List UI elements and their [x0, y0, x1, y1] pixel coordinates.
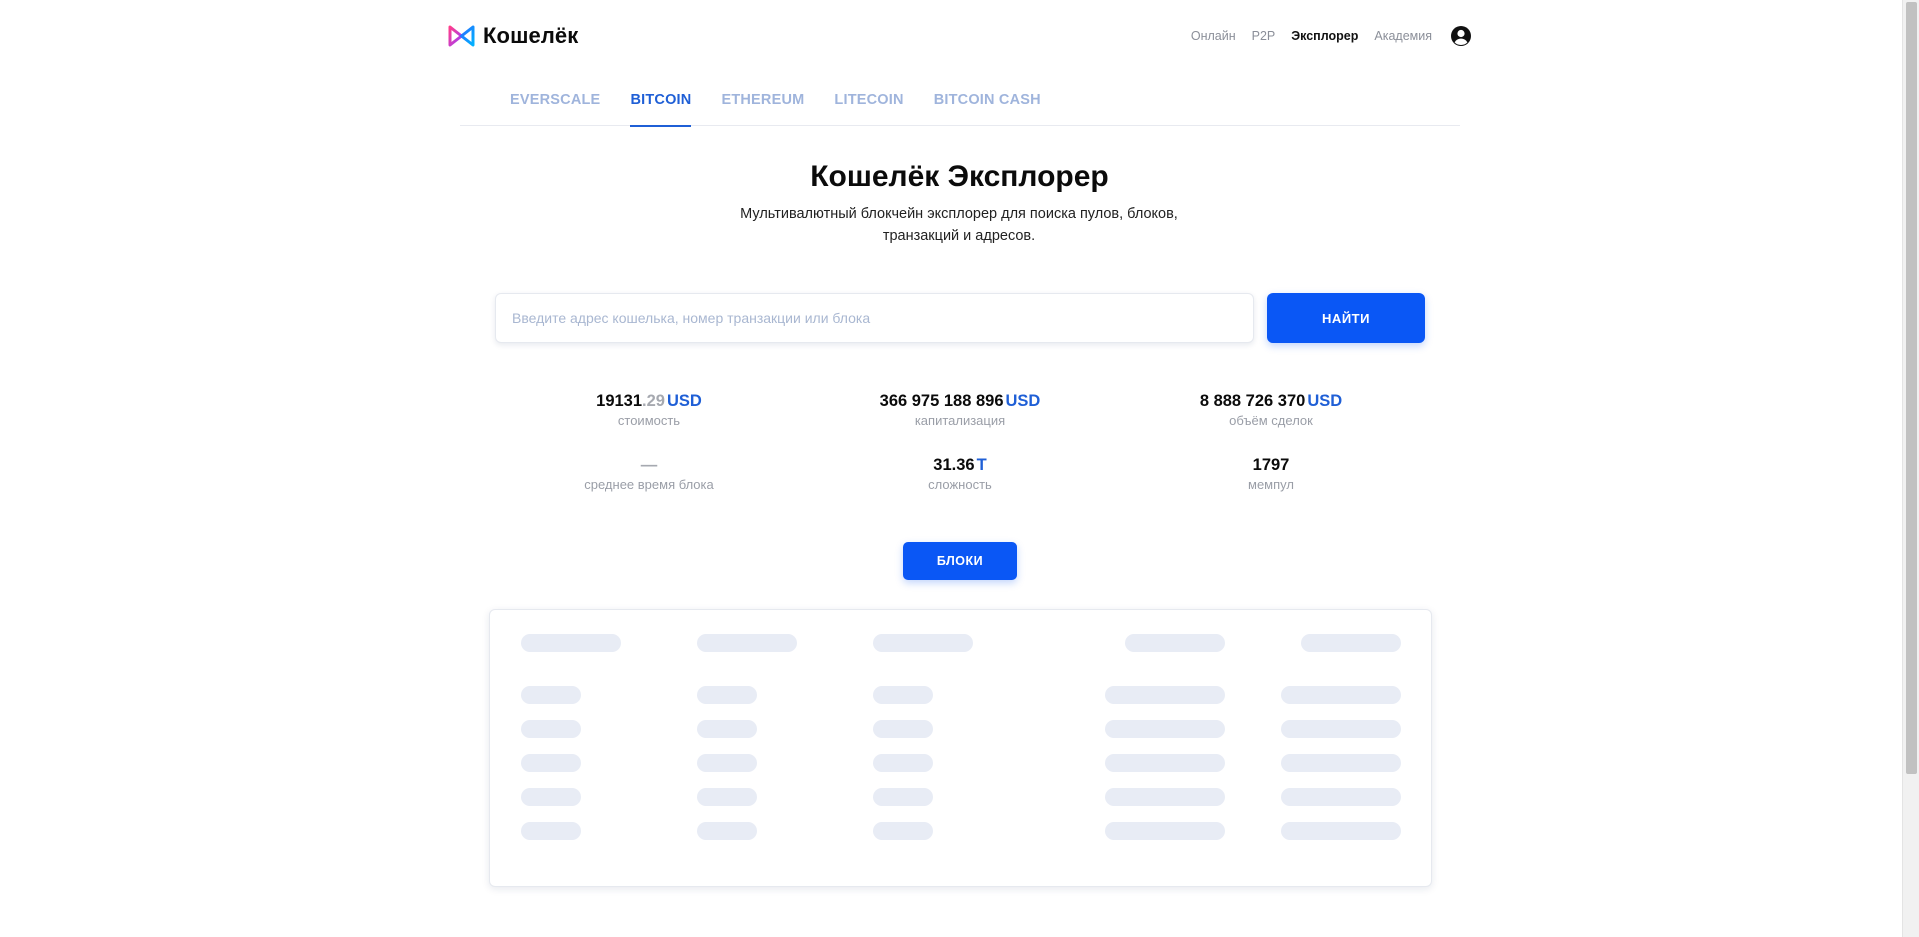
skeleton-cell	[1105, 686, 1225, 704]
stat-difficulty-label: сложность	[928, 477, 992, 492]
skeleton-header-cell	[1125, 634, 1225, 652]
brand-name: Кошелёк	[483, 23, 579, 48]
skeleton-cell	[873, 686, 933, 704]
stat-volume: 8 888 726 370 USD объём сделок	[1151, 390, 1391, 430]
tab-everscale[interactable]: EVERSCALE	[510, 86, 600, 126]
skeleton-cell	[1105, 788, 1225, 806]
stat-market-cap-label: капитализация	[914, 413, 1006, 428]
skeleton-cell	[1281, 822, 1401, 840]
nav-link-academy[interactable]: Академия	[1374, 29, 1432, 43]
skeleton-header-cell	[697, 634, 797, 652]
stat-volume-main: 8 888 726 370	[1199, 392, 1306, 410]
coin-tabs: EVERSCALE BITCOIN ETHEREUM LITECOIN BITC…	[460, 86, 1460, 127]
stat-difficulty-main: 31.36	[933, 456, 975, 474]
scrollbar-thumb[interactable]	[1906, 2, 1917, 774]
stat-volume-value: 8 888 726 370 USD	[1151, 390, 1391, 412]
skeleton-cell	[697, 686, 757, 704]
page-subtitle: Мультивалютный блокчейн эксплорер для по…	[709, 203, 1209, 247]
skeleton-cell	[697, 788, 757, 806]
stat-price-main: 19131	[596, 392, 643, 410]
stat-price-label: стоимость	[617, 413, 681, 428]
top-nav: Онлайн P2P Эксплорер Академия	[1191, 25, 1472, 47]
stat-difficulty-unit: T	[976, 456, 987, 474]
stat-difficulty-value: 31.36 T	[840, 454, 1080, 476]
skeleton-cell	[1281, 788, 1401, 806]
user-circle-icon[interactable]	[1450, 25, 1472, 47]
stat-price-value: 19131.29 USD	[529, 390, 769, 412]
brand[interactable]: Кошелёк	[448, 23, 578, 49]
skeleton-header-cell	[1301, 634, 1401, 652]
nav-link-online[interactable]: Онлайн	[1191, 29, 1236, 43]
stat-mempool-main: 1797	[1252, 456, 1290, 474]
page-scrollbar[interactable]	[1902, 0, 1919, 937]
skeleton-cell	[1105, 720, 1225, 738]
stat-volume-label: объём сделок	[1229, 413, 1313, 428]
skeleton-cell	[873, 788, 933, 806]
skeleton-cell	[873, 822, 933, 840]
skeleton-cell	[1281, 754, 1401, 772]
nav-link-p2p[interactable]: P2P	[1252, 29, 1276, 43]
skeleton-cell	[1281, 686, 1401, 704]
skeleton-cell	[873, 754, 933, 772]
stat-price-fraction: .29	[642, 392, 665, 410]
skeleton-cell	[697, 822, 757, 840]
stat-market-cap-value: 366 975 188 896 USD	[840, 390, 1080, 412]
tab-bitcoin[interactable]: BITCOIN	[630, 86, 692, 127]
header: Кошелёк Онлайн P2P Эксплорер Академия	[448, 16, 1472, 56]
stat-block-time-main: —	[640, 456, 658, 474]
skeleton-cell	[697, 754, 757, 772]
blocks-button[interactable]: БЛОКИ	[903, 542, 1017, 580]
stat-mempool-label: мемпул	[1248, 477, 1294, 492]
tab-ethereum[interactable]: ETHEREUM	[721, 86, 804, 126]
koshelek-logo-icon	[448, 25, 475, 47]
page-subtitle-line-2: транзакций и адресов.	[882, 228, 1036, 244]
stat-price-unit: USD	[666, 392, 702, 410]
search-button[interactable]: НАЙТИ	[1267, 293, 1425, 343]
blocks-table-skeleton	[489, 609, 1432, 887]
page: Кошелёк Онлайн P2P Эксплорер Академия EV…	[0, 0, 1919, 937]
skeleton-cell	[521, 686, 581, 704]
skeleton-cell	[521, 754, 581, 772]
stat-mempool: 1797 мемпул	[1151, 454, 1391, 494]
skeleton-cell	[1105, 822, 1225, 840]
skeleton-cell	[521, 788, 581, 806]
skeleton-cell	[1281, 720, 1401, 738]
skeleton-cell	[521, 822, 581, 840]
stat-market-cap: 366 975 188 896 USD капитализация	[840, 390, 1080, 430]
stat-block-time-label: среднее время блока	[584, 477, 714, 492]
stat-volume-unit: USD	[1307, 392, 1343, 410]
skeleton-header-cell	[521, 634, 621, 652]
search-input[interactable]	[495, 293, 1254, 343]
stat-block-time: — среднее время блока	[529, 454, 769, 494]
page-subtitle-line-1: Мультивалютный блокчейн эксплорер для по…	[740, 206, 1178, 222]
tab-bitcoin-cash[interactable]: BITCOIN CASH	[934, 86, 1041, 126]
page-title: Кошелёк Эксплорер	[810, 160, 1109, 193]
stat-difficulty: 31.36 T сложность	[840, 454, 1080, 494]
stat-market-cap-unit: USD	[1005, 392, 1041, 410]
skeleton-header-cell	[873, 634, 973, 652]
skeleton-cell	[873, 720, 933, 738]
skeleton-cell	[697, 720, 757, 738]
skeleton-cell	[521, 720, 581, 738]
stat-price: 19131.29 USD стоимость	[529, 390, 769, 430]
nav-link-explorer[interactable]: Эксплорер	[1291, 29, 1358, 43]
skeleton-cell	[1105, 754, 1225, 772]
stat-market-cap-main: 366 975 188 896	[879, 392, 1004, 410]
stat-mempool-value: 1797	[1151, 454, 1391, 476]
stat-block-time-value: —	[529, 454, 769, 476]
tab-litecoin[interactable]: LITECOIN	[834, 86, 903, 126]
